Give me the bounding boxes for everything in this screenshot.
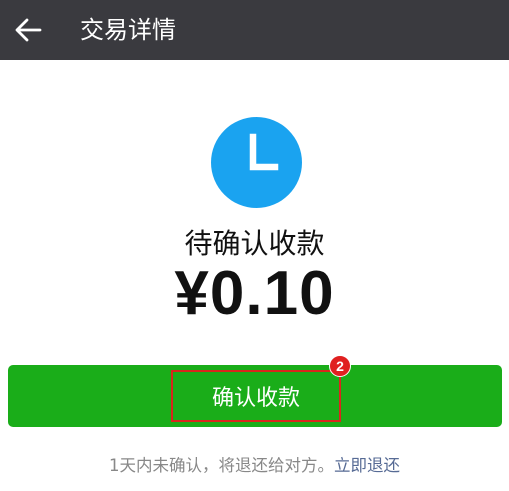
arrow-left-icon [15,18,42,42]
refund-link[interactable]: 立即退还 [334,456,400,475]
footer-note-text: 1天内未确认，将退还给对方。 [109,456,334,475]
clock-icon [211,117,302,208]
back-button[interactable] [10,12,46,48]
amount-value: ¥0.10 [174,259,335,328]
confirm-button-label: 确认收款 [211,386,300,411]
footer-note: 1天内未确认，将退还给对方。立即退还 [0,452,509,476]
title-bar: 交易详情 [0,0,509,60]
page-title: 交易详情 [80,16,176,44]
confirm-button-highlight[interactable]: 确认收款 [171,370,341,422]
step-badge: 2 [329,355,351,377]
status-text: 待确认收款 [184,227,325,260]
